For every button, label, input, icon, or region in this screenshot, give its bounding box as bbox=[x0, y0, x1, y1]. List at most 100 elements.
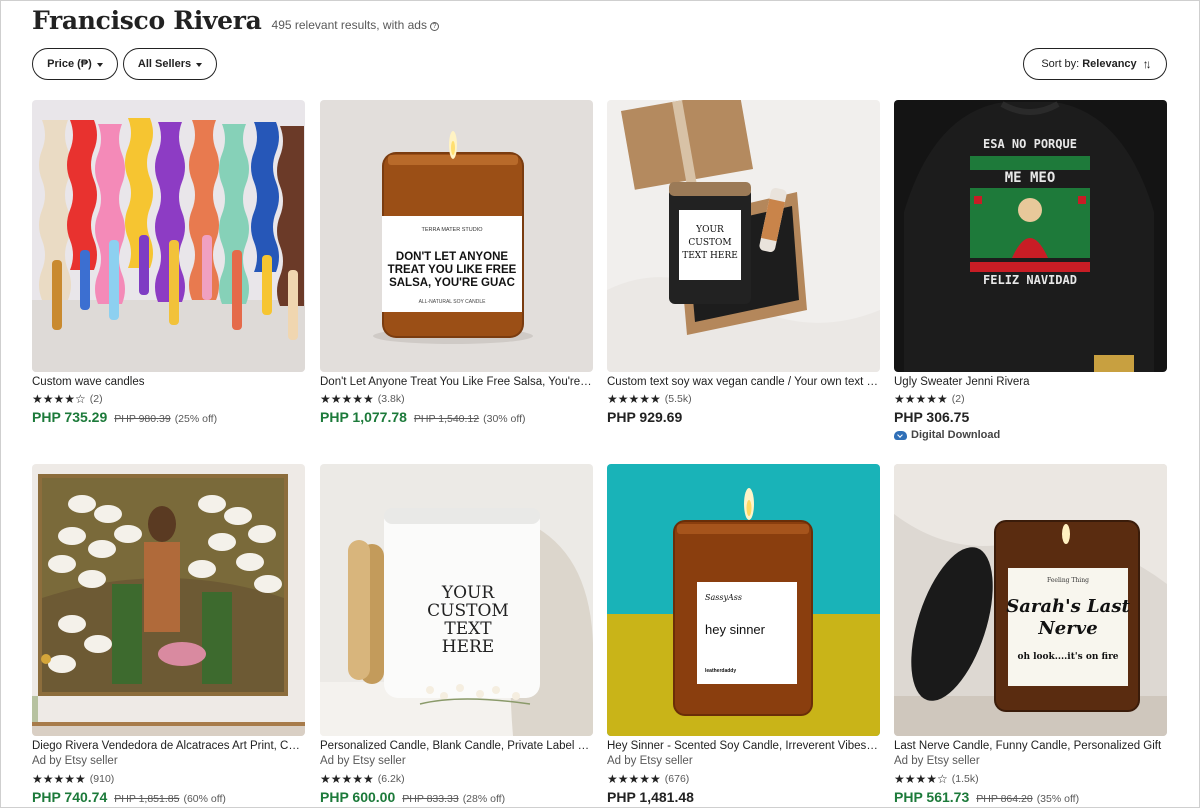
listing-card[interactable]: SassyAss hey sinner leatherdaddy Hey Sin… bbox=[607, 464, 880, 805]
original-price: PHP 1,540.12 bbox=[413, 413, 480, 425]
calla-lily-painting-image[interactable] bbox=[32, 464, 305, 736]
listing-card[interactable]: Custom wave candles ★★★★☆ (2) PHP 735.29 P… bbox=[32, 100, 305, 425]
hey-sinner-candle-image[interactable]: SassyAss hey sinner leatherdaddy bbox=[607, 464, 880, 736]
ad-label: Ad by Etsy seller bbox=[32, 755, 118, 767]
listing-card[interactable]: Feeling Thing Sarah's Last Nerve oh look… bbox=[894, 464, 1167, 805]
label-sub: leatherdaddy bbox=[705, 668, 736, 674]
svg-text:YOUR: YOUR bbox=[441, 583, 495, 603]
listing-card[interactable]: YOUR CUSTOM TEXT HERE Custom text soy wa… bbox=[607, 100, 880, 425]
help-icon[interactable]: ? bbox=[429, 22, 439, 31]
original-price: PHP 864.20 bbox=[976, 793, 1033, 805]
rating: ★★★★☆ (1.5k) bbox=[894, 771, 1167, 787]
price-row: PHP 1,481.48 bbox=[607, 789, 880, 805]
svg-text:TREAT YOU LIKE FREE: TREAT YOU LIKE FREE bbox=[388, 264, 517, 276]
rating: ★★★★★ (3.8k) bbox=[320, 391, 593, 407]
price-row: PHP 735.29 PHP 980.39 (25% off) bbox=[32, 409, 305, 425]
rating: ★★★★★ (6.2k) bbox=[320, 771, 593, 787]
label-brand: TERRA MATER STUDIO bbox=[421, 227, 483, 233]
sale-price: PHP 600.00 bbox=[320, 789, 396, 805]
discount-label: (30% off) bbox=[483, 413, 526, 425]
digital-download-badge: Digital Download bbox=[894, 429, 1167, 441]
white-candle-image[interactable]: YOUR CUSTOM TEXT HERE bbox=[320, 464, 593, 736]
price-row: PHP 929.69 bbox=[607, 409, 880, 425]
sweater-top-text: ESA NO PORQUE bbox=[983, 137, 1077, 151]
rating: ★★★★★ (5.5k) bbox=[607, 391, 880, 407]
ad-label: Ad by Etsy seller bbox=[320, 755, 406, 767]
discount-label: (28% off) bbox=[462, 793, 506, 805]
listing-title[interactable]: Ugly Sweater Jenni Rivera bbox=[894, 376, 1167, 390]
price-row: PHP 600.00 PHP 833.33 (28% off) bbox=[320, 789, 593, 805]
sale-price: PHP 561.73 bbox=[894, 789, 970, 805]
svg-text:CUSTOM: CUSTOM bbox=[688, 238, 731, 248]
sale-price: PHP 740.74 bbox=[32, 789, 108, 805]
candle-jar-image[interactable]: TERRA MATER STUDIO DON'T LET ANYONE TREA… bbox=[320, 100, 593, 372]
original-price: PHP 980.39 bbox=[114, 413, 171, 425]
sweater-mid-text: ME MEO bbox=[1005, 170, 1056, 186]
price-filter-button[interactable]: Price (₱) bbox=[32, 48, 118, 80]
label-brand: Feeling Thing bbox=[1047, 577, 1089, 584]
label-brand: SassyAss bbox=[705, 593, 742, 602]
review-count: (6.2k) bbox=[377, 773, 405, 785]
svg-text:SALSA, YOU'RE GUAC: SALSA, YOU'RE GUAC bbox=[389, 277, 515, 289]
sweater-bottom-text: FELIZ NAVIDAD bbox=[983, 273, 1077, 287]
sellers-filter-button[interactable]: All Sellers bbox=[123, 48, 217, 80]
star-rating-icon: ★★★★★ bbox=[320, 392, 374, 406]
listing-card[interactable]: ESA NO PORQUE ME MEO FELIZ NAVIDAD Ugly … bbox=[894, 100, 1167, 441]
label-sub: oh look....it's on fire bbox=[1017, 652, 1118, 662]
original-price: PHP 833.33 bbox=[402, 793, 459, 805]
star-rating-icon: ★★★★★ bbox=[607, 772, 661, 786]
sale-price: PHP 735.29 bbox=[32, 409, 108, 425]
listing-card[interactable]: TERRA MATER STUDIO DON'T LET ANYONE TREA… bbox=[320, 100, 593, 425]
ugly-sweater-image[interactable]: ESA NO PORQUE ME MEO FELIZ NAVIDAD bbox=[894, 100, 1167, 372]
discount-label: (25% off) bbox=[174, 413, 218, 425]
star-rating-icon: ★★★★☆ bbox=[894, 772, 948, 786]
sort-button[interactable]: Sort by: Relevancy ↑↓ bbox=[1023, 48, 1167, 80]
review-count: (3.8k) bbox=[377, 393, 405, 405]
listing-card[interactable]: YOUR CUSTOM TEXT HERE Personalized Candl… bbox=[320, 464, 593, 805]
listing-title[interactable]: Don't Let Anyone Treat You Like Free Sal… bbox=[320, 376, 593, 390]
star-rating-icon: ★★★★☆ bbox=[32, 392, 86, 406]
sort-arrows-icon: ↑↓ bbox=[1142, 57, 1152, 71]
ad-label: Ad by Etsy seller bbox=[607, 755, 693, 767]
last-nerve-candle-image[interactable]: Feeling Thing Sarah's Last Nerve oh look… bbox=[894, 464, 1167, 736]
svg-text:CUSTOM: CUSTOM bbox=[427, 601, 509, 621]
review-count: (2) bbox=[951, 393, 965, 405]
sale-price: PHP 1,077.78 bbox=[320, 409, 407, 425]
star-rating-icon: ★★★★★ bbox=[320, 772, 374, 786]
discount-label: (35% off) bbox=[1036, 793, 1080, 805]
label-text: hey sinner bbox=[705, 622, 766, 637]
svg-text:Sarah's Last: Sarah's Last bbox=[1006, 596, 1130, 617]
price: PHP 929.69 bbox=[607, 409, 683, 425]
listing-title[interactable]: Custom text soy wax vegan candle / Your … bbox=[607, 376, 880, 390]
review-count: (1.5k) bbox=[951, 773, 979, 785]
caret-down-icon bbox=[196, 63, 203, 67]
listing-card[interactable]: Diego Rivera Vendedora de Alcatraces Art… bbox=[32, 464, 305, 805]
svg-text:TEXT: TEXT bbox=[444, 619, 492, 639]
price: PHP 306.75 bbox=[894, 409, 970, 425]
svg-text:YOUR: YOUR bbox=[695, 225, 724, 235]
listing-title[interactable]: Diego Rivera Vendedora de Alcatraces Art… bbox=[32, 740, 305, 754]
listing-title[interactable]: Custom wave candles bbox=[32, 376, 305, 390]
listing-title[interactable]: Last Nerve Candle, Funny Candle, Persona… bbox=[894, 740, 1167, 754]
svg-text:DON'T LET ANYONE: DON'T LET ANYONE bbox=[396, 251, 509, 263]
page-title: Francisco Rivera bbox=[32, 6, 262, 35]
rating: ★★★★★ (910) bbox=[32, 771, 305, 787]
svg-text:HERE: HERE bbox=[442, 637, 494, 657]
price-row: PHP 1,077.78 PHP 1,540.12 (30% off) bbox=[320, 409, 593, 425]
rating: ★★★★★ (676) bbox=[607, 771, 880, 787]
search-header: Francisco Rivera 495 relevant results, w… bbox=[32, 6, 439, 36]
cloud-download-icon bbox=[894, 430, 907, 440]
svg-text:Nerve: Nerve bbox=[1037, 618, 1097, 639]
ad-label: Ad by Etsy seller bbox=[894, 755, 980, 767]
gift-box-candle-image[interactable]: YOUR CUSTOM TEXT HERE bbox=[607, 100, 880, 372]
price-row: PHP 561.73 PHP 864.20 (35% off) bbox=[894, 789, 1167, 805]
listing-title[interactable]: Hey Sinner - Scented Soy Candle, Irrever… bbox=[607, 740, 880, 754]
rating: ★★★★★ (2) bbox=[894, 391, 1167, 407]
listing-title[interactable]: Personalized Candle, Blank Candle, Priva… bbox=[320, 740, 593, 754]
star-rating-icon: ★★★★★ bbox=[894, 392, 948, 406]
wave-candles-image[interactable] bbox=[32, 100, 305, 372]
caret-down-icon bbox=[96, 63, 103, 67]
price-row: PHP 306.75 bbox=[894, 409, 1167, 425]
rating: ★★★★☆ (2) bbox=[32, 391, 305, 407]
price-row: PHP 740.74 PHP 1,851.85 (60% off) bbox=[32, 789, 305, 805]
